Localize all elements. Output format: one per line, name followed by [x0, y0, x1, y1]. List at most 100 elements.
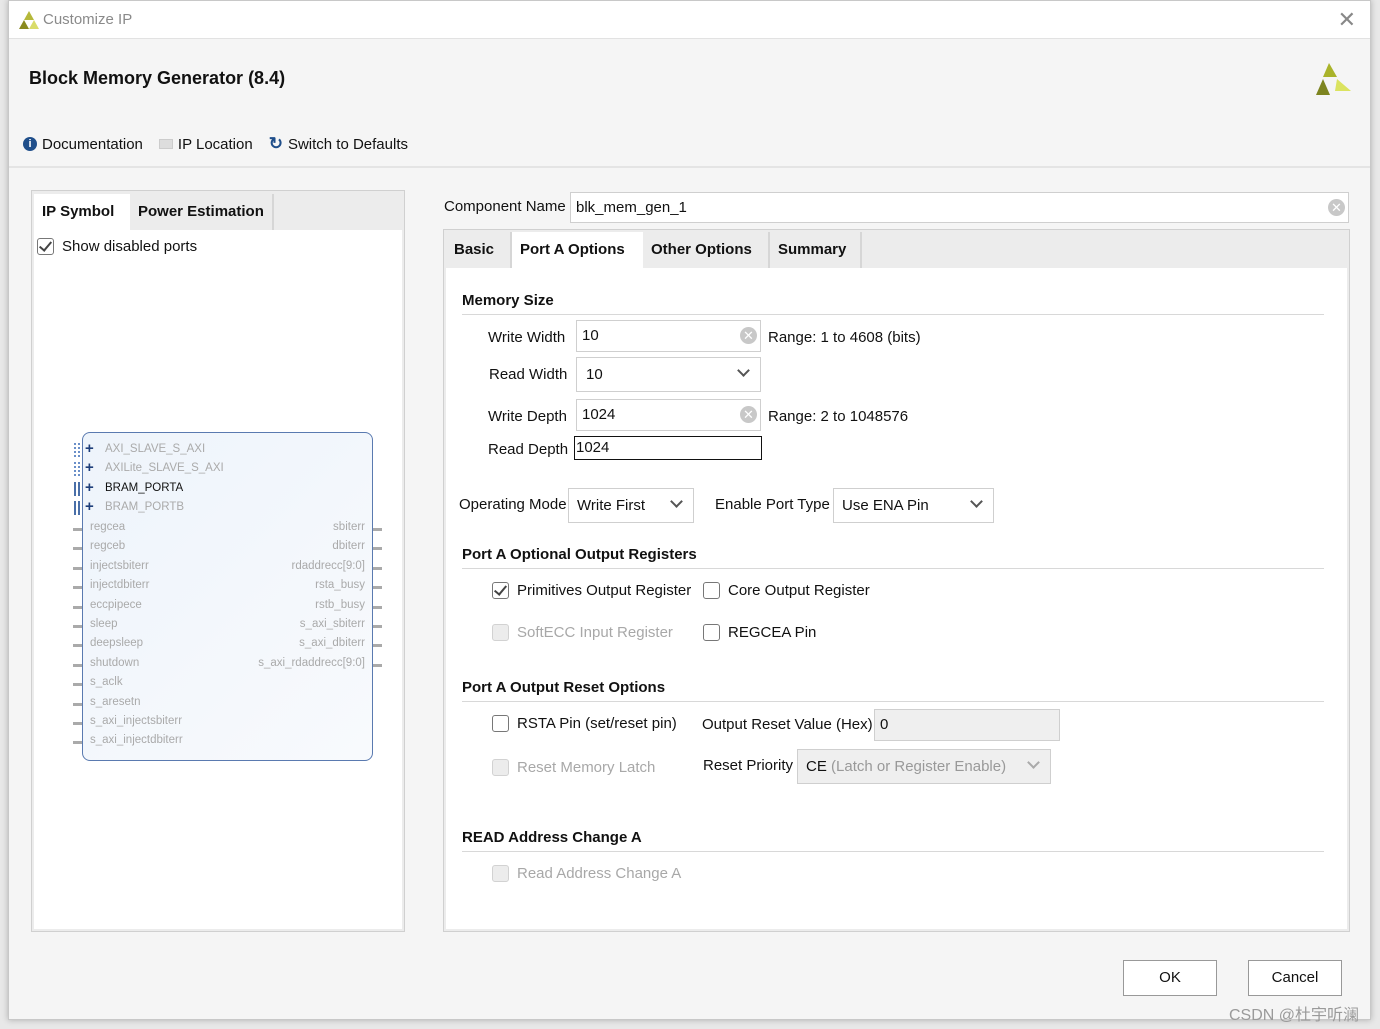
write-depth-input[interactable]: 1024 ✕ — [576, 399, 761, 431]
switch-to-defaults-link[interactable]: ↻ Switch to Defaults — [269, 134, 408, 154]
bus-interface-icon — [74, 481, 80, 496]
output-port: s_axi_rdaddrecc[9:0] — [258, 656, 365, 669]
reset-priority-label: Reset Priority — [703, 757, 794, 774]
read-address-change-checkbox[interactable] — [492, 865, 509, 882]
component-name-label: Component Name — [444, 198, 566, 215]
core-output-register-checkbox[interactable] — [703, 582, 720, 599]
pin-line — [373, 644, 382, 648]
softecc-input-register-checkbox[interactable] — [492, 624, 509, 641]
read-depth-field: 1024 — [574, 436, 762, 460]
read-width-label: Read Width — [489, 366, 568, 383]
input-port: regceb — [90, 540, 126, 553]
expand-icon: + — [85, 459, 94, 477]
pin-line — [73, 586, 82, 590]
component-name-input[interactable]: blk_mem_gen_1 ✕ — [570, 192, 1349, 223]
tab-port-a-options[interactable]: Port A Options — [512, 232, 643, 268]
pin-line — [73, 605, 82, 609]
pin-line — [373, 663, 382, 667]
pin-line — [373, 566, 382, 570]
pin-line — [73, 547, 82, 551]
clear-icon[interactable]: ✕ — [740, 327, 757, 344]
tab-other-options[interactable]: Other Options — [643, 232, 770, 268]
operating-mode-select[interactable]: Write First — [568, 488, 694, 523]
pin-line — [73, 566, 82, 570]
output-port: rstb_busy — [315, 598, 365, 611]
bus-port: BRAM_PORTA — [105, 481, 184, 494]
pin-line — [73, 625, 82, 628]
section-output-reset: Port A Output Reset Options — [462, 679, 1324, 702]
chevron-down-icon — [737, 364, 750, 377]
read-width-select[interactable]: 10 — [576, 357, 761, 392]
pin-line — [73, 722, 82, 725]
window-title: Customize IP — [43, 11, 133, 28]
bus-interface-icon — [74, 501, 80, 516]
chevron-down-icon — [670, 495, 683, 508]
xilinx-logo-icon — [1316, 63, 1351, 95]
section-memory-size: Memory Size — [462, 292, 1324, 315]
pin-line — [373, 605, 382, 609]
tab-ip-symbol[interactable]: IP Symbol — [34, 194, 130, 230]
operating-mode-label: Operating Mode — [459, 496, 567, 513]
regcea-pin-checkbox[interactable] — [703, 624, 720, 641]
documentation-link[interactable]: i Documentation — [23, 136, 143, 153]
refresh-icon: ↻ — [268, 134, 283, 153]
input-port: s_axi_injectsbiterr — [90, 715, 183, 727]
bus-port: BRAM_PORTB — [105, 501, 185, 514]
input-port: regcea — [90, 521, 126, 533]
divider — [9, 166, 1370, 168]
input-port: eccpipece — [90, 598, 142, 611]
pin-line — [73, 644, 82, 648]
watermark: CSDN @杜宇听澜 — [1229, 1007, 1360, 1024]
primitives-output-register-checkbox[interactable] — [492, 582, 509, 599]
bus-port: AXILite_SLAVE_S_AXI — [105, 462, 224, 475]
pin-line — [373, 528, 382, 531]
ok-button[interactable]: OK — [1123, 960, 1217, 996]
title-bar: Customize IP ✕ — [9, 1, 1370, 39]
close-icon[interactable]: ✕ — [1338, 7, 1356, 33]
chevron-down-icon — [970, 495, 983, 508]
input-port: s_axi_injectdbiterr — [90, 734, 183, 747]
ip-location-link[interactable]: IP Location — [158, 136, 253, 153]
write-width-input[interactable]: 10 ✕ — [576, 320, 761, 352]
output-port: sbiterr — [333, 521, 365, 533]
ip-symbol-block: + AXI_SLAVE_S_AXI + AXILite_SLAVE_S_AXI + BRA… — [73, 432, 382, 761]
folder-icon — [158, 139, 173, 149]
rsta-pin-checkbox[interactable] — [492, 715, 509, 732]
port-a-options-content: Memory Size Write Width 10 ✕ Range: 1 to … — [446, 268, 1347, 929]
output-port: dbiterr — [332, 540, 365, 553]
page-title: Block Memory Generator (8.4) — [29, 68, 286, 88]
show-disabled-ports-checkbox[interactable] — [37, 238, 54, 255]
enable-port-type-select[interactable]: Use ENA Pin — [833, 488, 994, 523]
clear-icon[interactable]: ✕ — [1328, 199, 1345, 216]
expand-icon: + — [85, 440, 94, 457]
customize-ip-dialog: Customize IP ✕ Block Memory Generator (8… — [8, 0, 1371, 1020]
reset-priority-select[interactable]: CE (Latch or Register Enable) — [797, 749, 1051, 784]
pin-line — [73, 528, 82, 531]
write-depth-range: Range: 2 to 1048576 — [768, 408, 909, 425]
vivado-logo-icon — [19, 11, 39, 29]
input-port: injectdbiterr — [90, 579, 150, 592]
input-port: s_aclk — [90, 676, 123, 689]
tab-summary[interactable]: Summary — [770, 232, 862, 268]
enable-port-type-label: Enable Port Type — [715, 496, 830, 513]
output-port: rdaddrecc[9:0] — [291, 559, 365, 572]
toolbar: i Documentation IP Location ↻ Switch to De… — [23, 134, 408, 154]
pin-line — [373, 547, 382, 551]
reset-memory-latch-checkbox[interactable] — [492, 759, 509, 776]
cancel-button[interactable]: Cancel — [1248, 960, 1342, 996]
tab-power-estimation[interactable]: Power Estimation — [130, 194, 274, 230]
pin-line — [73, 663, 82, 667]
chevron-down-icon — [1027, 756, 1040, 769]
pin-line — [73, 683, 82, 687]
clear-icon[interactable]: ✕ — [740, 406, 757, 423]
output-reset-value-input[interactable]: 0 — [874, 709, 1060, 741]
output-port: rsta_busy — [315, 579, 365, 592]
output-reset-value-label: Output Reset Value (Hex) — [702, 716, 873, 733]
pin-line — [73, 741, 82, 745]
info-icon: i — [23, 137, 37, 151]
bus-interface-icon — [74, 462, 80, 477]
tab-basic[interactable]: Basic — [446, 232, 512, 268]
bus-interface-icon — [74, 443, 80, 457]
read-depth-label: Read Depth — [488, 441, 569, 458]
pin-line — [373, 625, 382, 628]
